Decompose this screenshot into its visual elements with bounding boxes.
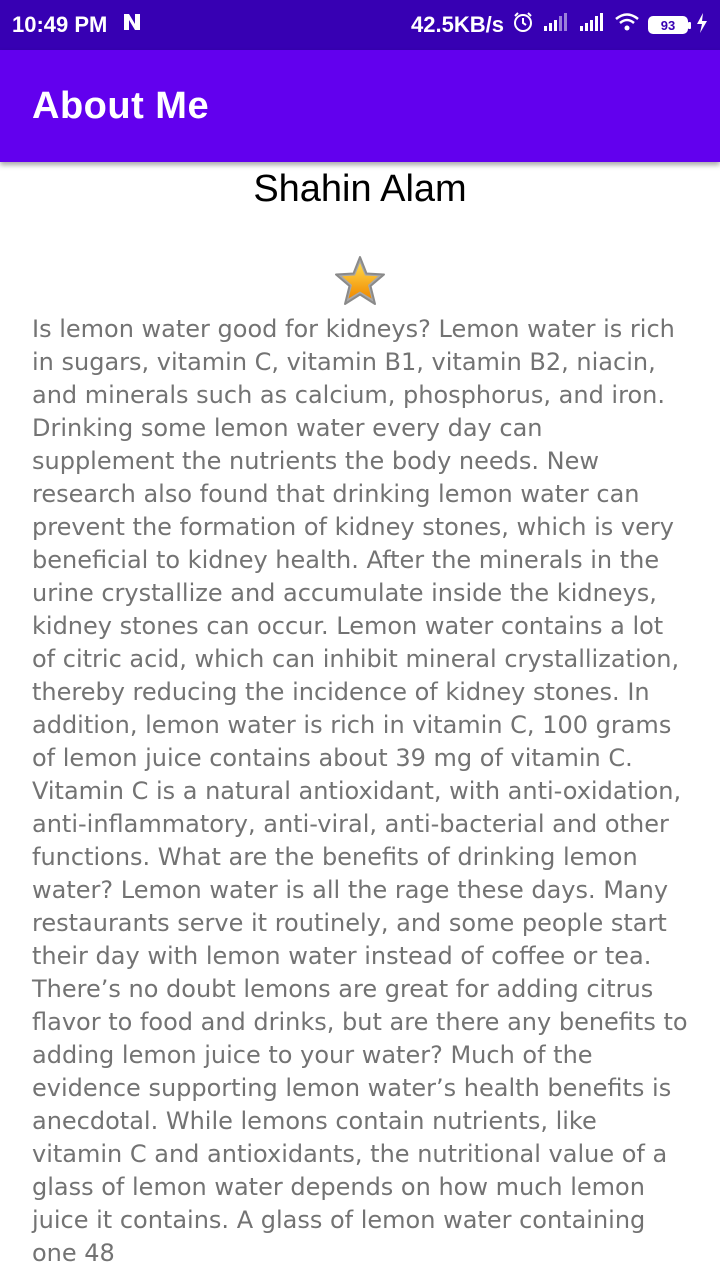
signal-icon xyxy=(542,12,570,38)
status-left: 10:49 PM xyxy=(12,12,143,38)
signal-icon xyxy=(578,12,606,38)
n-icon xyxy=(121,12,143,38)
status-bar: 10:49 PM 42.5KB/s 93 xyxy=(0,0,720,50)
page-title: About Me xyxy=(32,84,210,127)
bio-text: Is lemon water good for kidneys? Lemon w… xyxy=(32,315,688,1267)
network-speed: 42.5KB/s xyxy=(411,12,504,37)
star-icon xyxy=(332,254,388,308)
battery-icon: 93 xyxy=(648,16,691,34)
alarm-icon xyxy=(512,11,534,39)
status-right: 42.5KB/s 93 xyxy=(411,11,708,39)
app-bar: About Me xyxy=(0,50,720,162)
wifi-icon xyxy=(614,12,640,38)
charging-icon xyxy=(696,12,708,38)
profile-name: Shahin Alam xyxy=(253,168,467,210)
status-time: 10:49 PM xyxy=(12,12,108,37)
battery-level: 93 xyxy=(660,17,676,33)
